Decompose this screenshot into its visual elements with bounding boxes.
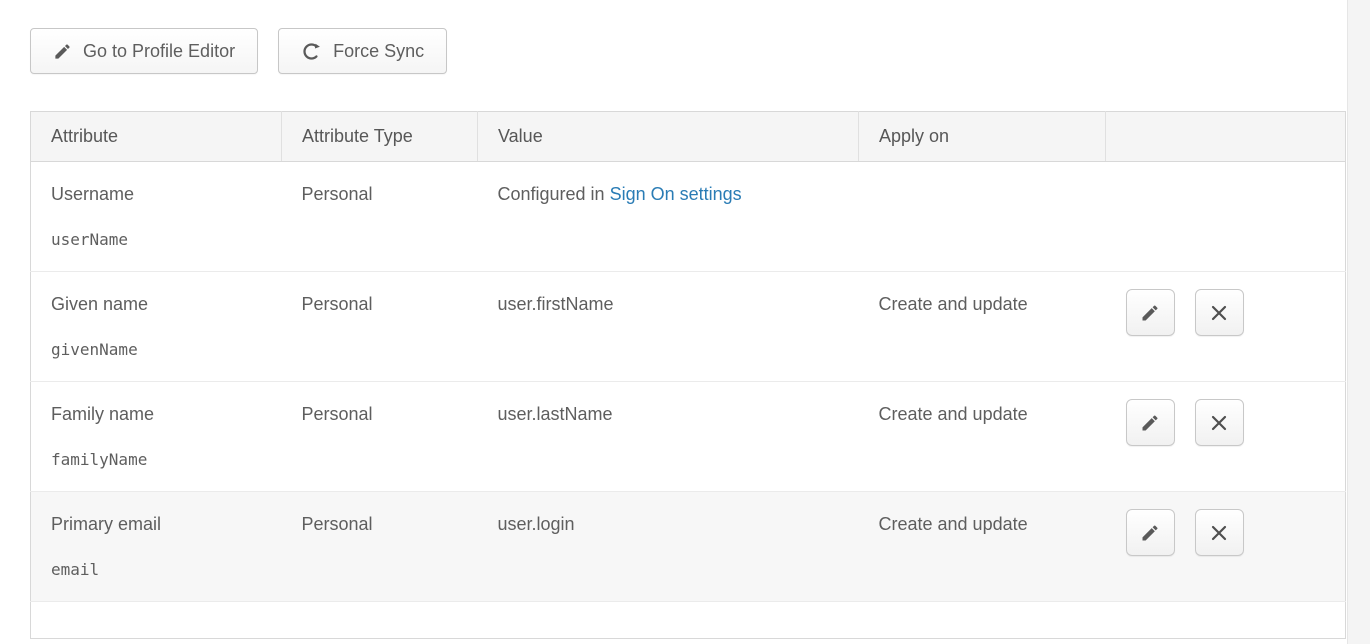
toolbar: Go to Profile Editor Force Sync: [30, 28, 447, 74]
delete-attribute-button[interactable]: [1195, 509, 1244, 556]
apply-on: Create and update: [859, 492, 1106, 602]
column-header-attribute: Attribute: [31, 112, 282, 162]
table-row-partial: [31, 602, 1346, 639]
x-icon: [1210, 414, 1228, 432]
attribute-variable-name: userName: [51, 230, 282, 249]
column-header-value: Value: [478, 112, 859, 162]
attribute-value-text: Configured in: [498, 184, 610, 204]
attribute-value-text: user.lastName: [498, 404, 613, 424]
edit-attribute-button[interactable]: [1126, 399, 1175, 446]
attribute-mapping-table: Attribute Attribute Type Value Apply on …: [30, 111, 1345, 639]
sign-on-settings-link[interactable]: Sign On settings: [610, 184, 742, 204]
table-header: Attribute Attribute Type Value Apply on: [31, 112, 1346, 162]
viewport-gutter: [1347, 0, 1370, 644]
refresh-icon: [301, 41, 322, 62]
go-to-profile-editor-label: Go to Profile Editor: [83, 41, 235, 62]
table-row: Given name givenName Personal user.first…: [31, 272, 1346, 382]
attribute-value-text: user.login: [498, 514, 575, 534]
row-actions: [1126, 272, 1346, 336]
x-icon: [1210, 524, 1228, 542]
attribute-type: Personal: [282, 492, 478, 602]
row-actions: [1126, 492, 1346, 556]
attribute-type: Personal: [282, 382, 478, 492]
column-header-attribute-type: Attribute Type: [282, 112, 478, 162]
attribute-display-name: Given name: [51, 294, 282, 315]
go-to-profile-editor-button[interactable]: Go to Profile Editor: [30, 28, 258, 74]
apply-on: Create and update: [859, 272, 1106, 382]
attribute-type: Personal: [282, 162, 478, 272]
table-row: Family name familyName Personal user.las…: [31, 382, 1346, 492]
table-row: Primary email email Personal user.login …: [31, 492, 1346, 602]
attribute-display-name: Username: [51, 184, 282, 205]
pencil-icon: [1140, 303, 1160, 323]
pencil-icon: [1140, 523, 1160, 543]
delete-attribute-button[interactable]: [1195, 289, 1244, 336]
attribute-display-name: Primary email: [51, 514, 282, 535]
attribute-type: Personal: [282, 272, 478, 382]
attribute-variable-name: email: [51, 560, 282, 579]
edit-attribute-button[interactable]: [1126, 289, 1175, 336]
apply-on: Create and update: [859, 382, 1106, 492]
attribute-value-text: user.firstName: [498, 294, 614, 314]
x-icon: [1210, 304, 1228, 322]
force-sync-label: Force Sync: [333, 41, 424, 62]
column-header-apply-on: Apply on: [859, 112, 1106, 162]
attribute-variable-name: familyName: [51, 450, 282, 469]
attribute-variable-name: givenName: [51, 340, 282, 359]
pencil-icon: [53, 42, 72, 61]
table-body: Username userName Personal Configured in…: [31, 162, 1346, 639]
force-sync-button[interactable]: Force Sync: [278, 28, 447, 74]
delete-attribute-button[interactable]: [1195, 399, 1244, 446]
pencil-icon: [1140, 413, 1160, 433]
row-actions: [1126, 382, 1346, 446]
apply-on: [859, 162, 1106, 272]
edit-attribute-button[interactable]: [1126, 509, 1175, 556]
column-header-actions: [1106, 112, 1346, 162]
attribute-display-name: Family name: [51, 404, 282, 425]
table-row: Username userName Personal Configured in…: [31, 162, 1346, 272]
